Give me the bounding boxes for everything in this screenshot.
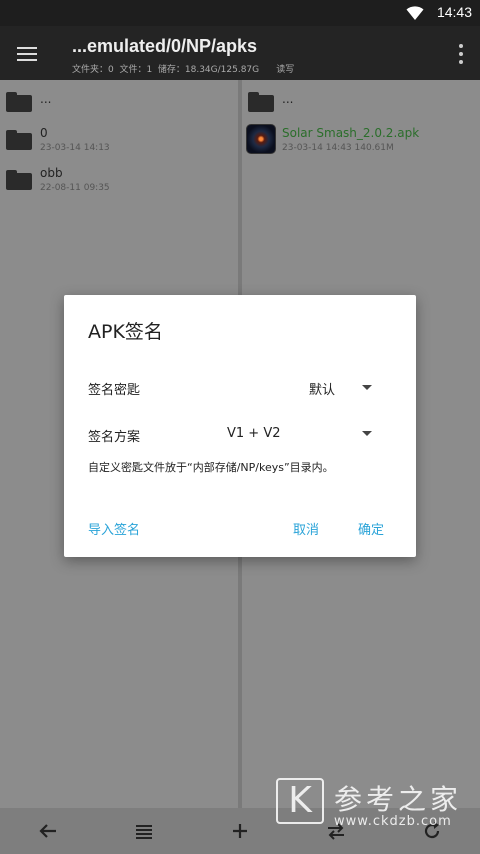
app-bar: ...emulated/0/NP/apks 文件夹：0 文件：1 储存：18.3… (0, 26, 480, 80)
wifi-icon (406, 6, 424, 20)
watermark-k-logo: K (276, 778, 324, 824)
storage-info: 文件夹：0 文件：1 储存：18.34G/125.87G 读写 (72, 65, 295, 75)
item-name: 0 (40, 126, 48, 140)
ok-button[interactable]: 确定 (358, 519, 384, 538)
dialog-title: APK签名 (88, 321, 163, 343)
list-item-folder-0[interactable]: 0 23-03-14 14:13 (0, 124, 238, 164)
item-meta: 23-03-14 14:13 (40, 143, 110, 153)
list-item-parent[interactable]: ... (0, 84, 238, 124)
cancel-button[interactable]: 取消 (293, 519, 319, 538)
sign-key-value[interactable]: 默认 (309, 379, 335, 398)
item-name: Solar Smash_2.0.2.apk (282, 126, 420, 140)
folder-icon (6, 130, 32, 150)
apk-icon (246, 124, 276, 154)
watermark-url: www.ckdzb.com (334, 814, 452, 829)
import-sign-button[interactable]: 导入签名 (88, 519, 140, 538)
sign-scheme-dropdown-icon[interactable] (362, 431, 372, 436)
list-view-icon[interactable] (133, 820, 155, 842)
item-name: ... (40, 92, 52, 106)
item-meta: 23-03-14 14:43 140.61M (282, 143, 394, 153)
folder-icon (6, 170, 32, 190)
status-time: 14:43 (436, 4, 472, 20)
watermark-logo: K 参考之家 www.ckdzb.com (276, 774, 476, 832)
back-arrow-icon[interactable] (37, 820, 59, 842)
folder-icon (6, 92, 32, 112)
add-icon[interactable] (229, 820, 251, 842)
more-options-icon[interactable] (456, 40, 466, 68)
path-title: ...emulated/0/NP/apks (72, 36, 258, 56)
apk-sign-dialog: APK签名 签名密匙 默认 签名方案 V1 + V2 自定义密匙文件放于“内部存… (64, 295, 416, 557)
status-bar: 14:43 (0, 0, 480, 26)
item-meta: 22-08-11 09:35 (40, 183, 110, 193)
list-item-apk[interactable]: Solar Smash_2.0.2.apk 23-03-14 14:43 140… (242, 122, 480, 162)
list-item-folder-obb[interactable]: obb 22-08-11 09:35 (0, 164, 238, 204)
sign-scheme-value[interactable]: V1 + V2 (227, 426, 281, 441)
dialog-note: 自定义密匙文件放于“内部存储/NP/keys”目录内。 (88, 461, 334, 474)
sign-scheme-label: 签名方案 (88, 430, 141, 445)
item-name: ... (282, 92, 294, 106)
sign-key-dropdown-icon[interactable] (362, 385, 372, 390)
menu-icon[interactable] (14, 40, 42, 68)
list-item-parent[interactable]: ... (242, 84, 480, 124)
watermark-text: 参考之家 (334, 783, 463, 816)
sign-key-label: 签名密匙 (88, 383, 141, 398)
folder-icon (248, 92, 274, 112)
item-name: obb (40, 166, 63, 180)
